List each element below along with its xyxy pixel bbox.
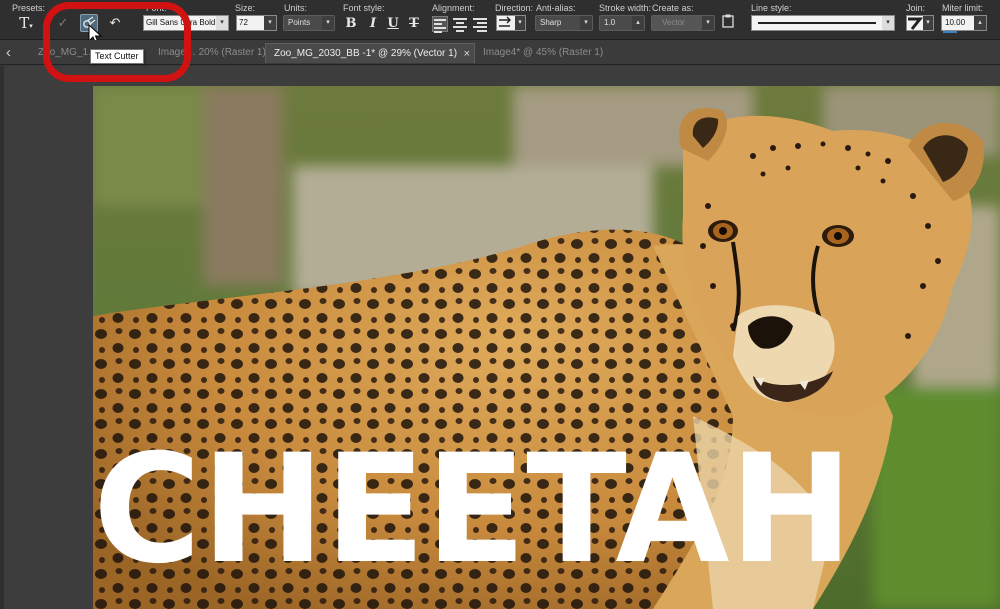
chevron-down-icon: ▾ [882, 16, 894, 30]
text-direction-icon [499, 16, 511, 27]
canvas-text-cheetah[interactable]: CHEETAH [93, 423, 853, 597]
presets-label: Presets: [12, 3, 46, 13]
chevron-down-icon: ▾ [322, 16, 334, 30]
line-style-preview [758, 22, 876, 24]
chevron-down-icon: ▾ [580, 16, 592, 30]
stroke-width-label: Stroke width: [599, 3, 652, 13]
text-tool-options-bar: Presets: T▾ ✓ ↶ Font: Gill Sans Ultra Bo… [0, 0, 1000, 45]
font-dropdown[interactable]: Gill Sans Ultra Bold ▾ [143, 15, 229, 31]
italic-button[interactable]: I [366, 16, 380, 32]
text-tool-preset-icon[interactable]: T▾ [17, 14, 35, 32]
stroke-width-value: 1.0 [604, 18, 616, 27]
units-dropdown[interactable]: Points ▾ [283, 15, 335, 31]
spinner-icon[interactable]: ▴ [974, 16, 986, 30]
workspace-left-edge [0, 66, 4, 609]
miter-limit-value: 10.00 [945, 18, 966, 27]
spinner-icon[interactable]: ▴ [632, 16, 644, 30]
antialias-label: Anti-alias: [536, 3, 576, 13]
tooltip-text-cutter: Text Cutter [90, 49, 144, 64]
create-as-dropdown[interactable]: Vector ▾ [651, 15, 715, 31]
create-as-label: Create as: [652, 3, 694, 13]
image-canvas[interactable]: CHEETAH [93, 86, 1000, 609]
size-value: 72 [239, 18, 248, 27]
direction-dropdown[interactable]: ▾ [496, 15, 526, 31]
antialias-value: Sharp [540, 18, 562, 27]
clipboard-icon[interactable] [719, 14, 737, 32]
antialias-dropdown[interactable]: Sharp ▾ [535, 15, 593, 31]
units-label: Units: [284, 3, 308, 13]
font-style-label: Font style: [343, 3, 385, 13]
miter-slider-indicator [943, 31, 957, 33]
chevron-down-icon: ▾ [264, 16, 276, 30]
tab-label: Zoo_MG_2030_BB -1* @ 29% (Vector 1) [274, 48, 458, 59]
line-style-dropdown[interactable]: ▾ [751, 15, 895, 31]
chevron-down-icon: ▾ [923, 16, 933, 30]
apply-checkmark-icon[interactable]: ✓ [54, 14, 72, 32]
size-dropdown[interactable]: 72 ▾ [236, 15, 277, 31]
create-as-value: Vector [662, 18, 685, 27]
font-value: Gill Sans Ultra Bold [146, 18, 216, 27]
chevron-down-icon: ▾ [515, 16, 525, 30]
units-value: Points [288, 18, 311, 27]
direction-label: Direction: [495, 3, 534, 13]
font-label: Font: [146, 3, 167, 13]
join-dropdown[interactable]: ▾ [906, 15, 934, 31]
tab-document-4[interactable]: Image4* @ 45% (Raster 1) [475, 43, 625, 63]
line-style-label: Line style: [751, 3, 792, 13]
miter-limit-field[interactable]: 10.00 ▴ [941, 15, 987, 31]
align-right-button[interactable] [472, 16, 488, 32]
tab-document-2[interactable]: Image… 20% (Raster 1) [150, 43, 266, 63]
miter-join-icon [908, 17, 924, 30]
strikethrough-button[interactable]: T [407, 16, 421, 32]
join-label: Join: [906, 3, 926, 13]
close-icon[interactable]: × [464, 44, 470, 64]
cheetah-photo: CHEETAH [93, 86, 1000, 609]
workspace: CHEETAH [0, 66, 1000, 609]
underline-button[interactable]: U [386, 16, 400, 32]
tab-scroll-left-icon[interactable]: ‹ [6, 44, 11, 61]
tab-document-active[interactable]: Zoo_MG_2030_BB -1* @ 29% (Vector 1) × [265, 43, 475, 63]
stroke-width-field[interactable]: 1.0 ▴ [599, 15, 645, 31]
bold-button[interactable]: B [344, 16, 358, 32]
size-label: Size: [235, 3, 256, 13]
align-left-button[interactable] [432, 16, 448, 33]
miter-limit-label: Miter limit: [942, 3, 983, 13]
align-center-button[interactable] [452, 16, 468, 32]
document-tab-bar: ‹ Zoo_MG_1… Image… 20% (Raster 1) Zoo_MG… [0, 40, 1000, 65]
undo-icon[interactable]: ↶ [106, 14, 124, 32]
chevron-down-icon: ▾ [702, 16, 714, 30]
alignment-label: Alignment: [432, 3, 475, 13]
chevron-down-icon: ▾ [216, 16, 228, 30]
